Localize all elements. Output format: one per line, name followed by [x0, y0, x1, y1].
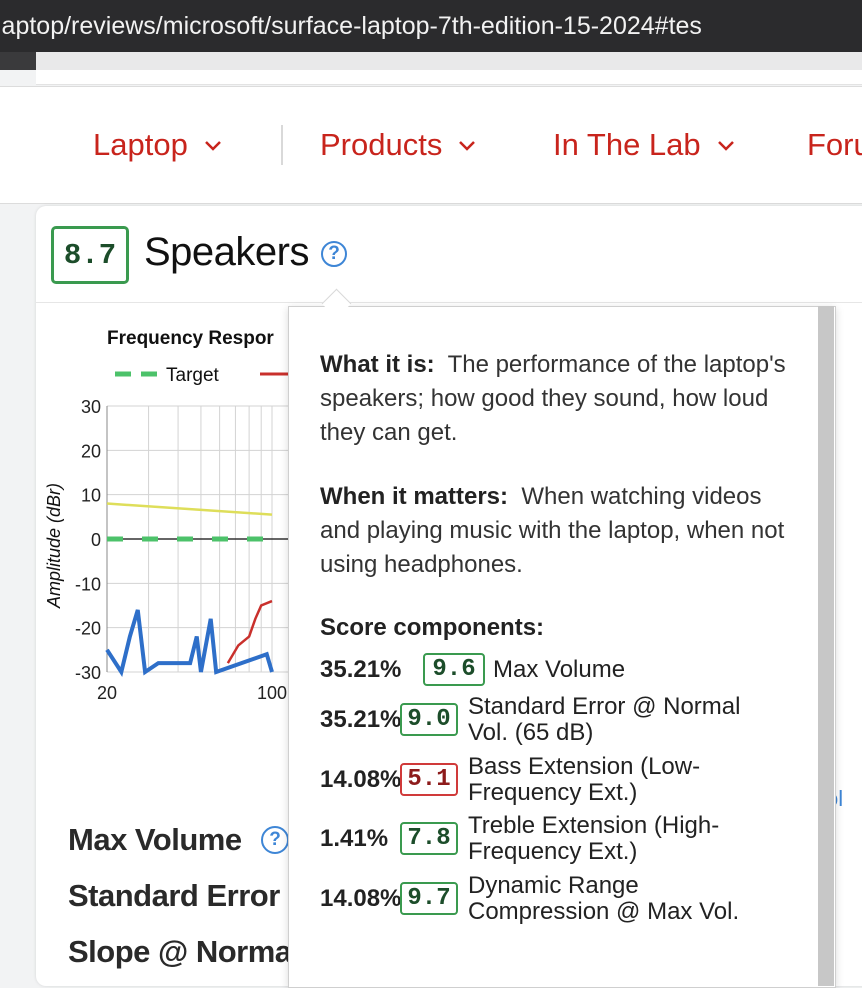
y-tick-label: 30 — [81, 397, 101, 417]
component-score-badge: 7.8 — [400, 822, 458, 855]
component-weight: 1.41% — [320, 825, 389, 852]
nav-item-products[interactable]: Products — [320, 125, 478, 165]
y-tick-label: 10 — [81, 486, 101, 506]
component-label: Dynamic Range — [468, 872, 639, 899]
component-weight: 35.21% — [320, 656, 402, 683]
nav-item-laptop[interactable]: Laptop — [93, 125, 224, 165]
header-strip — [36, 70, 862, 85]
card-divider — [36, 302, 862, 303]
y-tick-labels: 30 20 10 0 -10 -20 -30 — [75, 397, 101, 683]
component-score-badge: 9.6 — [423, 653, 485, 686]
chart-series — [105, 502, 274, 678]
tooltip-what-it-is: What it is: The performance of the lapto… — [320, 348, 800, 450]
address-bar[interactable]: laptop/reviews/microsoft/surface-laptop-… — [0, 0, 862, 52]
metric-standard-error: Standard Error — [68, 878, 280, 914]
component-label: Max Volume — [493, 656, 626, 683]
component-score-badge: 5.1 — [400, 763, 458, 796]
tooltip-when-it-matters: When it matters: When watching videos an… — [320, 480, 800, 582]
what-label: What it is: — [320, 351, 435, 378]
component-label: Treble Extension (High- — [468, 812, 720, 839]
nav-item-label: Foru — [807, 127, 862, 162]
legend-target-label: Target — [166, 365, 220, 386]
component-score-badge: 9.7 — [400, 882, 458, 915]
component-label: Standard Error @ Normal — [468, 693, 741, 720]
question-icon[interactable]: ? — [261, 826, 289, 854]
main-nav: Laptop Products In The Lab Foru — [0, 86, 862, 204]
chevron-down-icon — [717, 141, 734, 151]
metric-slope: Slope @ Norma — [68, 934, 292, 970]
question-icon[interactable]: ? — [321, 241, 347, 267]
component-score-badge: 9.0 — [400, 703, 458, 736]
metric-max-volume: Max Volume — [68, 822, 242, 858]
nav-item-forums[interactable]: Foru — [807, 125, 862, 165]
tooltip-scrollbar[interactable] — [818, 306, 834, 986]
series-line-3 — [105, 609, 274, 678]
metric-label: Standard Error — [68, 878, 280, 913]
nav-item-in-the-lab[interactable]: In The Lab — [553, 125, 737, 165]
score-badge: 8.7 — [51, 226, 129, 284]
nav-item-label: Laptop — [93, 127, 188, 162]
component-label-line2: Frequency Ext.) — [468, 779, 638, 806]
x-tick-labels: 20 100 — [97, 683, 287, 703]
component-weight: 14.08% — [320, 766, 402, 793]
nav-item-label: In The Lab — [553, 127, 701, 162]
chart-title: Frequency Respor — [107, 328, 274, 349]
section-title: Speakers — [144, 230, 309, 274]
nav-divider — [281, 125, 283, 165]
y-axis-label: Amplitude (dBr) — [44, 483, 64, 609]
score-value: 8.7 — [63, 238, 117, 272]
nav-item-label: Products — [320, 127, 443, 162]
address-bar-text: laptop/reviews/microsoft/surface-laptop-… — [0, 12, 702, 40]
when-label: When it matters: — [320, 483, 509, 510]
metric-label: Max Volume — [68, 822, 242, 857]
frequency-response-chart: Frequency Respor Target Amplitude (dBr) … — [44, 328, 290, 703]
component-label-line2: Frequency Ext.) — [468, 838, 638, 865]
component-label: Bass Extension (Low- — [468, 753, 701, 780]
y-tick-label: 20 — [81, 441, 101, 461]
score-components-heading: Score components: — [320, 614, 545, 641]
y-tick-label: 0 — [91, 530, 101, 550]
y-tick-label: -30 — [75, 663, 101, 683]
y-tick-label: -20 — [75, 619, 101, 639]
chevron-down-icon — [459, 141, 476, 151]
y-tick-label: -10 — [75, 574, 101, 594]
x-tick-label: 20 — [97, 683, 117, 703]
x-tick-label: 100 — [257, 683, 287, 703]
component-weight: 35.21% — [320, 706, 402, 733]
component-label-line2: Vol. (65 dB) — [468, 719, 594, 746]
component-weight: 14.08% — [320, 885, 402, 912]
component-label-line2: Compression @ Max Vol. — [468, 898, 740, 925]
series-line-1 — [106, 502, 273, 516]
page-top-edge — [36, 52, 862, 70]
chevron-down-icon — [204, 141, 221, 151]
